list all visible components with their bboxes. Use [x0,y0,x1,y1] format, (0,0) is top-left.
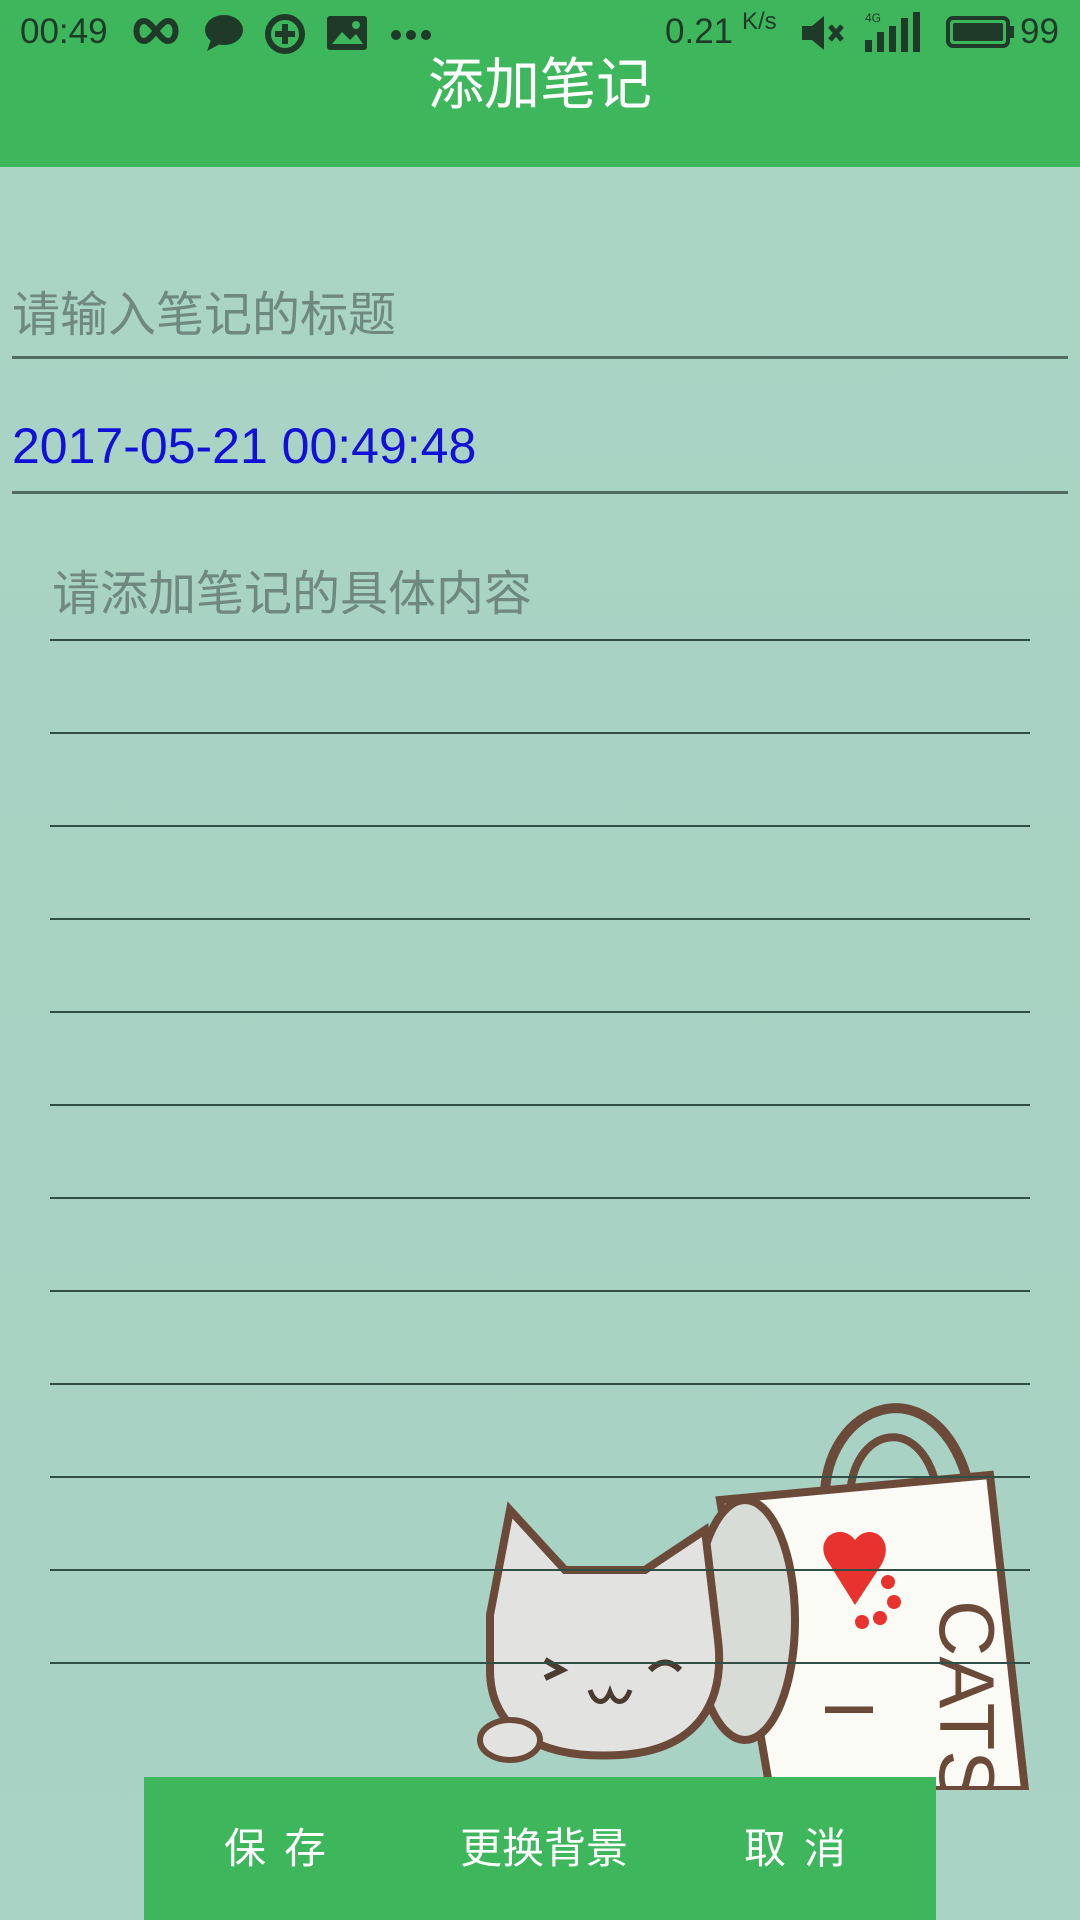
page-title: 添加笔记 [428,53,652,118]
battery-icon [946,16,1016,52]
infinity-icon [130,14,182,52]
ruled-line [50,1662,1030,1664]
ruled-line [50,1104,1030,1106]
ruled-line [50,1569,1030,1571]
ruled-line [50,1197,1030,1199]
ruled-line [50,732,1030,734]
network-speed-unit: K/s [742,8,777,35]
note-date-text: 2017-05-21 00:49:48 [12,418,477,474]
svg-text:4G: 4G [865,11,881,25]
note-content-area[interactable]: 请添加笔记的具体内容 [50,540,1030,1670]
save-button[interactable]: 保存 [204,1777,364,1920]
ruled-line [50,1476,1030,1478]
ruled-line [50,639,1030,641]
ruled-line [50,1383,1030,1385]
change-background-button[interactable]: 更换背景 [444,1777,644,1920]
cancel-button[interactable]: 取消 [734,1777,874,1920]
ruled-line [50,918,1030,920]
ruled-line [50,1290,1030,1292]
note-date-field: 2017-05-21 00:49:48 [12,405,1068,494]
bottom-action-bar: 保存 更换背景 取消 [144,1777,936,1920]
note-content-placeholder[interactable]: 请添加笔记的具体内容 [52,554,532,624]
ruled-line [50,825,1030,827]
app-bar: 00:49 0.21 K/s 4G 99 添加笔记 [0,0,1080,167]
more-dots-icon [390,26,432,45]
add-note-screen: 00:49 0.21 K/s 4G 99 添加笔记 请输入笔记的标题 2017-… [0,0,1080,1920]
ruled-line [50,1011,1030,1013]
note-title-field [12,270,1068,359]
note-title-input[interactable] [12,280,1052,350]
svg-text:I: I [810,1700,888,1719]
